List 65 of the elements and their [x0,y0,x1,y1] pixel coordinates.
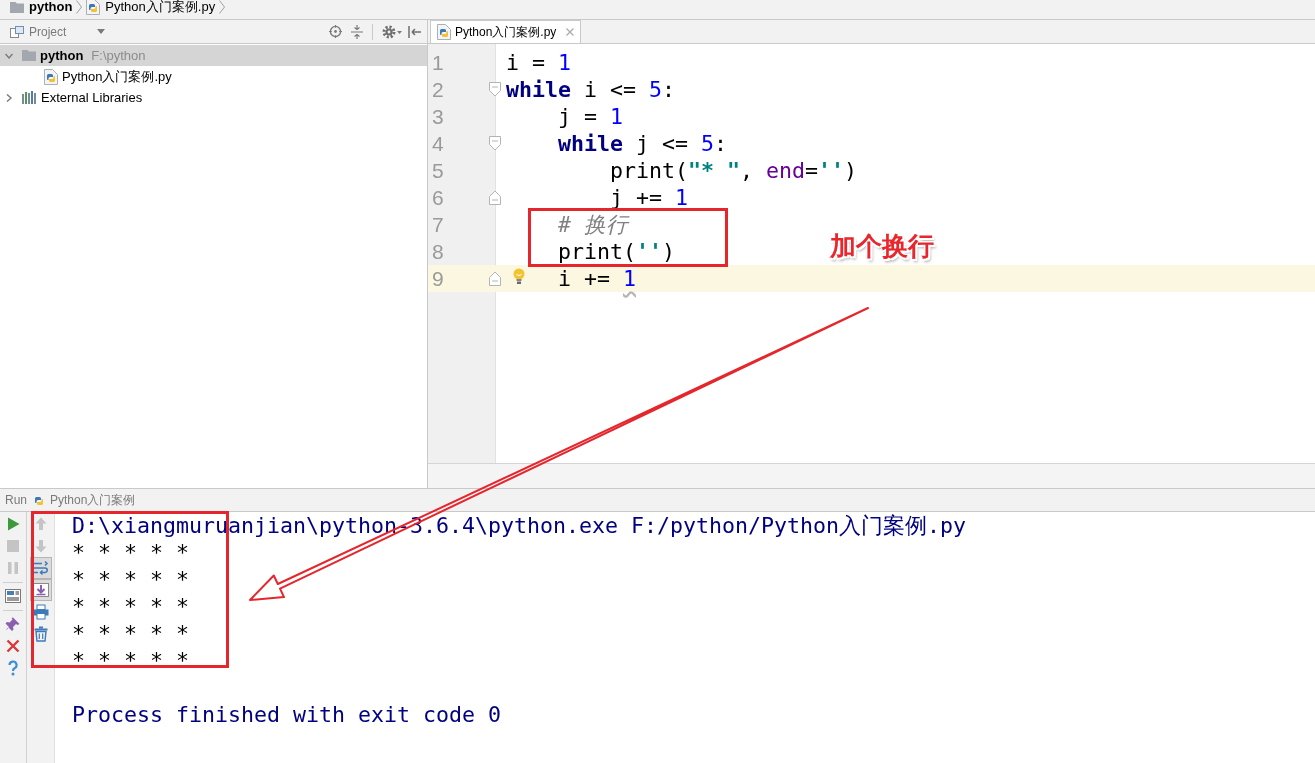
run-config-tab[interactable]: Python入门案例 [32,491,136,509]
close-icon[interactable] [566,28,575,36]
chevron-right-icon [219,0,226,14]
folder-icon [10,1,24,13]
tree-item[interactable]: External Libraries [0,87,427,108]
lightbulb-icon[interactable] [513,268,525,285]
code-line: print('') [558,238,676,265]
line-number: 3 [432,104,444,130]
line-number: 5 [432,158,444,184]
line-number: 8 [432,239,444,265]
layout-icon [5,588,21,604]
panel-title: Run [5,492,27,509]
windows-icon [10,25,24,38]
caret-icon [97,29,106,34]
line-number: 4 [432,131,444,157]
python-file-icon [44,68,58,85]
arrow-up-icon [32,516,49,532]
annotation-label: 加个换行 [830,230,934,262]
fold-marker-icon[interactable] [489,271,501,286]
wrap-icon [32,560,49,576]
editor-tab[interactable]: Python入门案例.py [430,20,582,43]
pin-icon [5,616,21,632]
code-line: while i <= 5: [506,76,676,103]
fold-marker-icon[interactable] [489,136,501,151]
chevron-down-icon[interactable] [5,51,13,60]
arrow-to-bar-icon[interactable] [408,25,421,38]
books-icon [22,91,37,104]
python-file-icon [437,24,451,40]
stop-icon [5,538,21,554]
console-output-line: * * * * * [72,595,189,618]
console-exit-message: Process finished with exit code 0 [72,703,502,726]
code-line: while j <= 5: [558,130,728,157]
pause-icon [5,560,21,576]
folder-icon [22,50,36,61]
console-output-line: * * * * * [72,622,189,645]
crosshair-icon[interactable] [329,25,342,38]
view-selector[interactable]: Project [10,22,106,41]
code-line: i += 1 [558,265,637,292]
fold-marker-icon[interactable] [489,190,501,205]
code-line: print("* ", end='') [610,157,858,184]
question-mark-icon [5,660,21,676]
chevron-right-icon[interactable] [5,93,13,102]
code-line: # 换行 [558,211,629,238]
trash-icon [32,626,49,642]
play-icon [5,516,21,532]
breadcrumb-item[interactable]: python [10,0,73,14]
line-number: 7 [432,212,444,238]
line-number: 2 [432,77,444,103]
printer-icon [32,604,49,620]
console-output-line: * * * * * [72,568,189,591]
code-line: j = 1 [558,103,624,130]
gear-icon[interactable] [382,24,402,39]
code-line: i = 1 [506,49,572,76]
fold-marker-icon[interactable] [489,82,501,97]
line-number: 9 [432,266,444,292]
chevron-right-icon [76,0,83,14]
console-output-line: * * * * * [72,649,189,672]
breadcrumb-item[interactable]: Python入门案例.py [86,0,216,14]
tree-item[interactable]: python F:\python [0,45,427,66]
tree-item[interactable]: Python入门案例.py [0,66,427,87]
console-output-line: * * * * * [72,541,189,564]
close-icon [5,638,21,654]
line-number: 1 [432,50,444,76]
line-number: 6 [432,185,444,211]
arrows-to-line-icon[interactable] [351,24,363,39]
